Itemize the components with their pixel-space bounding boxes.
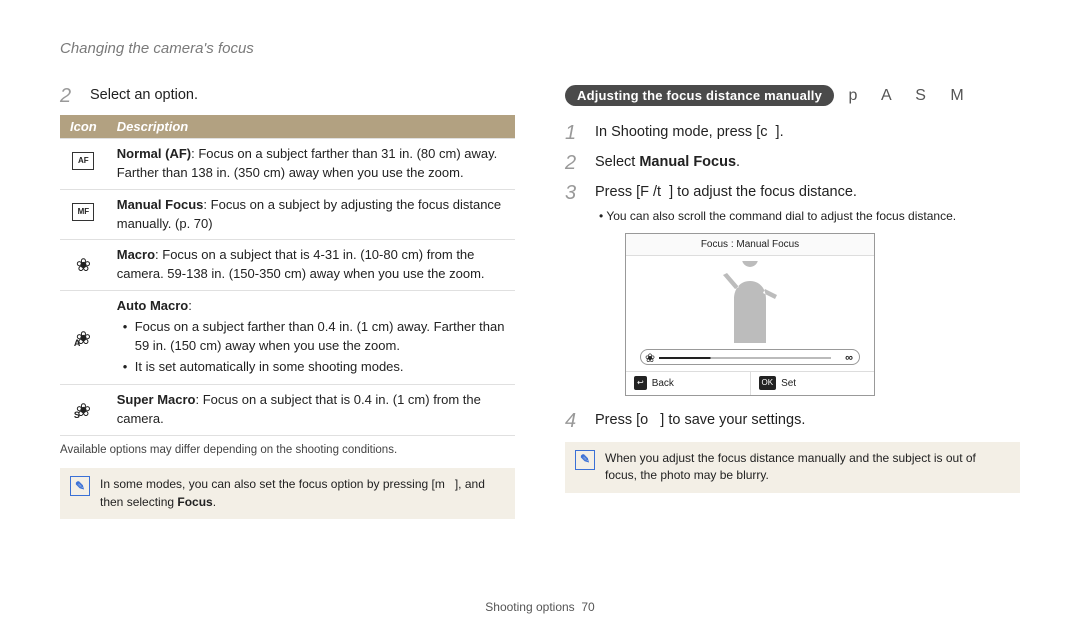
focus-mode-icon: MF <box>60 189 107 240</box>
focus-mode-description: Super Macro: Focus on a subject that is … <box>107 385 515 436</box>
page-footer: Shooting options 70 <box>0 600 1080 614</box>
focus-mode-description: Macro: Focus on a subject that is 4-31 i… <box>107 240 515 291</box>
step2-number: 2 <box>60 85 78 107</box>
r-step1-num: 1 <box>565 122 583 144</box>
lcd-back-button[interactable]: ↩Back <box>626 372 751 395</box>
focus-slider[interactable]: ❀ ∞ <box>640 349 860 365</box>
note-text-right: When you adjust the focus distance manua… <box>605 450 1010 485</box>
section-pill: Adjusting the focus distance manually <box>565 85 834 106</box>
focus-mode-description: Manual Focus: Focus on a subject by adju… <box>107 189 515 240</box>
focus-mode-icon: AF <box>60 139 107 190</box>
r-step2-num: 2 <box>565 152 583 174</box>
r-step4-num: 4 <box>565 410 583 432</box>
note-icon: ✎ <box>575 450 595 470</box>
focus-mode-icon: ❀ <box>60 240 107 291</box>
lcd-set-button[interactable]: OKSet <box>751 372 875 395</box>
table-row: AFNormal (AF): Focus on a subject farthe… <box>60 139 515 190</box>
left-column: 2 Select an option. Icon Description AFN… <box>60 85 515 519</box>
r-step3-text: Press [F /t ] to adjust the focus distan… <box>595 182 1020 396</box>
th-description: Description <box>107 115 515 139</box>
note-icon: ✎ <box>70 476 90 496</box>
th-icon: Icon <box>60 115 107 139</box>
r-step3-num: 3 <box>565 182 583 396</box>
step2-text: Select an option. <box>90 85 515 107</box>
r-step3-sub: You can also scroll the command dial to … <box>607 207 1020 225</box>
note-box-right: ✎ When you adjust the focus distance man… <box>565 442 1020 493</box>
silhouette-icon <box>715 261 785 343</box>
table-row: ❀AAuto Macro:Focus on a subject farther … <box>60 291 515 385</box>
table-row: MFManual Focus: Focus on a subject by ad… <box>60 189 515 240</box>
lcd-title: Focus : Manual Focus <box>626 234 874 256</box>
page-header: Changing the camera's focus <box>60 40 1020 57</box>
lcd-preview: Focus : Manual Focus ❀ ∞ ↩Ba <box>625 233 875 396</box>
focus-mode-description: Auto Macro:Focus on a subject farther th… <box>107 291 515 385</box>
focus-mode-icon: ❀S <box>60 385 107 436</box>
r-step4-text: Press [o ] to save your settings. <box>595 410 1020 432</box>
table-row: ❀SSuper Macro: Focus on a subject that i… <box>60 385 515 436</box>
note-box-left: ✎ In some modes, you can also set the fo… <box>60 468 515 519</box>
focus-options-table: Icon Description AFNormal (AF): Focus on… <box>60 115 515 436</box>
r-step2-text: Select Manual Focus. <box>595 152 1020 174</box>
infinity-icon: ∞ <box>845 350 853 367</box>
mode-letters: p A S M <box>849 87 974 105</box>
note-text-left: In some modes, you can also set the focu… <box>100 476 505 511</box>
focus-mode-icon: ❀A <box>60 291 107 385</box>
right-column: Adjusting the focus distance manually p … <box>565 85 1020 519</box>
r-step1-text: In Shooting mode, press [c ]. <box>595 122 1020 144</box>
table-row: ❀Macro: Focus on a subject that is 4-31 … <box>60 240 515 291</box>
options-footnote: Available options may differ depending o… <box>60 442 515 458</box>
focus-mode-description: Normal (AF): Focus on a subject farther … <box>107 139 515 190</box>
macro-icon: ❀ <box>645 349 655 367</box>
